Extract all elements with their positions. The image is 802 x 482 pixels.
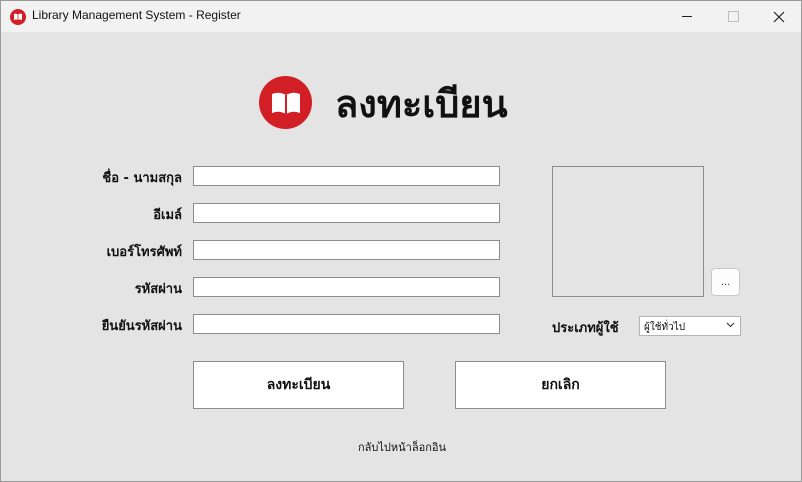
page-title: ลงทะเบียน (335, 82, 508, 126)
fullname-label: ชื่อ - นามสกุล (102, 171, 182, 186)
user-type-label: ประเภทผู้ใช้ (552, 321, 619, 336)
browse-photo-button[interactable]: ... (711, 268, 740, 296)
close-button[interactable] (756, 1, 802, 32)
back-to-login-link[interactable]: กลับไปหน้าล็อกอิน (1, 438, 802, 456)
password-input[interactable] (193, 277, 500, 297)
close-icon (773, 11, 785, 22)
chevron-down-icon (726, 320, 735, 331)
maximize-icon (727, 11, 739, 22)
register-button[interactable]: ลงทะเบียน (193, 361, 404, 409)
confirm-password-input[interactable] (193, 314, 500, 334)
book-icon (259, 76, 312, 129)
cancel-button[interactable]: ยกเลิก (455, 361, 666, 409)
fullname-input[interactable] (193, 166, 500, 186)
phone-label: เบอร์โทรศัพท์ (106, 245, 182, 260)
title-bar: Library Management System - Register (1, 1, 801, 32)
maximize-button[interactable] (710, 1, 756, 32)
minimize-icon (682, 16, 692, 17)
email-input[interactable] (193, 203, 500, 223)
user-type-value: ผู้ใช้ทั่วไป (644, 322, 686, 333)
window-title: Library Management System - Register (32, 8, 241, 22)
user-type-select[interactable]: ผู้ใช้ทั่วไป (639, 316, 741, 336)
profile-photo-box (552, 166, 704, 297)
book-icon (10, 9, 26, 25)
minimize-button[interactable] (664, 1, 710, 32)
email-label: อีเมล์ (153, 208, 182, 223)
confirm-password-label: ยืนยันรหัสผ่าน (101, 319, 182, 334)
register-window: Library Management System - Register ลงท… (0, 0, 802, 482)
password-label: รหัสผ่าน (134, 282, 182, 297)
phone-input[interactable] (193, 240, 500, 260)
